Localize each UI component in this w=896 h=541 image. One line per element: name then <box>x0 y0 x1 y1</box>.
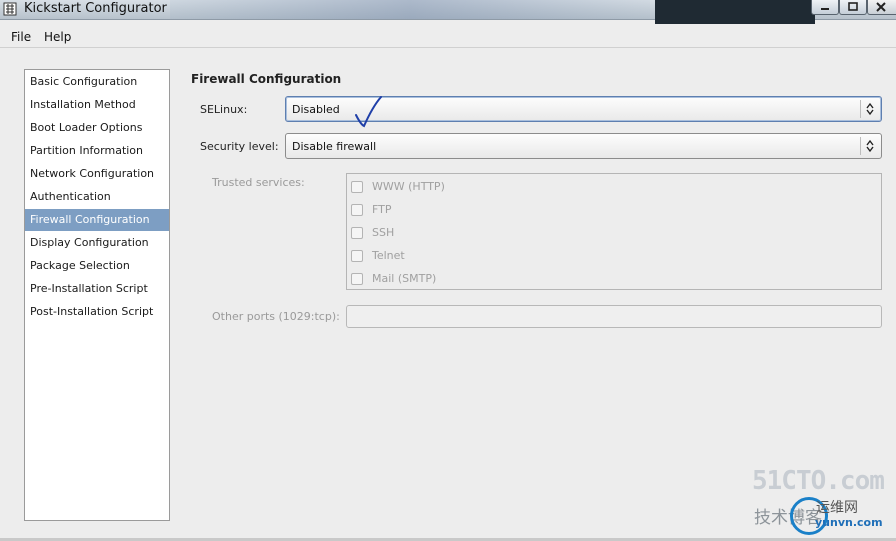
minimize-button[interactable] <box>811 0 839 15</box>
close-icon <box>876 2 886 12</box>
title-bar: Kickstart Configurator <box>0 0 896 24</box>
window-controls-backdrop <box>655 0 815 24</box>
sidebar-item-package-selection[interactable]: Package Selection <box>25 255 169 277</box>
sidebar-item-basic-configuration[interactable]: Basic Configuration <box>25 71 169 93</box>
sidebar-item-display-configuration[interactable]: Display Configuration <box>25 232 169 254</box>
other-ports-input[interactable] <box>346 305 882 328</box>
maximize-icon <box>848 2 858 11</box>
section-list: Basic Configuration Installation Method … <box>24 69 170 521</box>
combo-separator <box>860 137 861 155</box>
sidebar-item-partition-information[interactable]: Partition Information <box>25 140 169 162</box>
watermark-ops: 运维网 <box>816 500 858 516</box>
checkbox[interactable] <box>351 250 363 262</box>
checkbox[interactable] <box>351 273 363 285</box>
checkbox[interactable] <box>351 204 363 216</box>
combo-separator <box>860 100 861 118</box>
watermark-domain: yunvn.com <box>815 516 883 529</box>
other-ports-label: Other ports (1029:tcp): <box>212 310 340 323</box>
trusted-services-label: Trusted services: <box>212 176 305 189</box>
updown-arrows-icon <box>866 139 874 153</box>
maximize-button[interactable] <box>839 0 867 15</box>
checkbox[interactable] <box>351 227 363 239</box>
menu-bar: File Help <box>0 27 896 48</box>
page-title: Firewall Configuration <box>191 72 342 86</box>
sidebar-item-boot-loader-options[interactable]: Boot Loader Options <box>25 117 169 139</box>
sidebar-item-installation-method[interactable]: Installation Method <box>25 94 169 116</box>
service-label: SSH <box>372 226 395 239</box>
checkbox[interactable] <box>351 181 363 193</box>
security-level-select[interactable]: Disable firewall <box>285 133 882 159</box>
close-button[interactable] <box>867 0 896 15</box>
menu-file[interactable]: File <box>11 30 31 44</box>
sidebar-item-network-configuration[interactable]: Network Configuration <box>25 163 169 185</box>
blurred-taskbar-region <box>170 0 650 19</box>
checkmark-annotation-icon <box>355 96 382 128</box>
trusted-services-group: WWW (HTTP) FTP SSH Telnet Mail (SMTP) <box>346 173 882 290</box>
security-level-value: Disable firewall <box>292 140 377 153</box>
sidebar-item-pre-installation-script[interactable]: Pre-Installation Script <box>25 278 169 300</box>
window-title: Kickstart Configurator <box>24 1 167 16</box>
menu-help[interactable]: Help <box>44 30 71 44</box>
watermark-site: 51CTO.com <box>752 466 885 496</box>
service-label: WWW (HTTP) <box>372 180 445 193</box>
service-label: Mail (SMTP) <box>372 272 437 285</box>
selinux-value: Disabled <box>292 103 340 116</box>
app-icon <box>3 2 17 16</box>
updown-arrows-icon <box>866 102 874 116</box>
minimize-icon <box>821 8 829 10</box>
selinux-label: SELinux: <box>200 103 248 116</box>
sidebar-item-firewall-configuration[interactable]: Firewall Configuration <box>25 209 169 231</box>
sidebar-item-authentication[interactable]: Authentication <box>25 186 169 208</box>
sidebar-item-post-installation-script[interactable]: Post-Installation Script <box>25 301 169 323</box>
service-label: FTP <box>372 203 392 216</box>
service-label: Telnet <box>372 249 405 262</box>
security-level-label: Security level: <box>200 140 279 153</box>
